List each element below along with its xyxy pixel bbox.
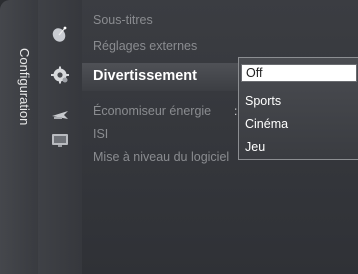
option-cinema[interactable]: Cinéma [245, 117, 288, 131]
menu-item-mise-a-niveau-logiciel[interactable]: Mise à niveau du logiciel [93, 150, 229, 164]
option-off[interactable]: Off [241, 64, 357, 82]
menu-item-reglages-externes[interactable]: Réglages externes [93, 39, 197, 53]
menu-item-sous-titres[interactable]: Sous-titres [93, 13, 153, 27]
tv-screen-icon [52, 134, 68, 147]
menu-item-isi[interactable]: ISI [93, 127, 108, 141]
configuration-tab[interactable]: Configuration [0, 0, 38, 274]
menu-item-economiseur-energie[interactable]: Économiseur énergie [93, 104, 211, 118]
value-separator: : [234, 104, 238, 118]
divertissement-dropdown[interactable]: Off Sports Cinéma Jeu [238, 57, 358, 160]
satellite-dish-icon [52, 26, 67, 42]
gear-icon [51, 66, 69, 84]
plane-icon [52, 111, 68, 119]
option-sports[interactable]: Sports [245, 94, 281, 108]
configuration-label: Configuration [17, 48, 32, 126]
menu-item-divertissement-label: Divertissement [93, 68, 197, 84]
option-jeu[interactable]: Jeu [245, 140, 265, 154]
